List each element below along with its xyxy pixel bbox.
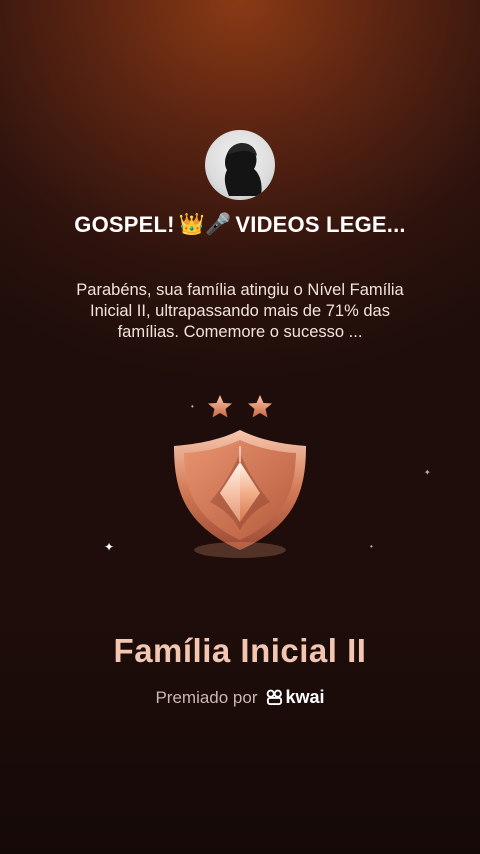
kwai-icon xyxy=(266,689,282,706)
level-badge xyxy=(160,390,320,560)
awarded-by-label: Premiado por xyxy=(155,687,258,707)
shield-badge-icon xyxy=(174,395,306,558)
star-icon xyxy=(248,395,272,418)
kwai-brand: kwai xyxy=(285,687,325,707)
sparkle-icon: • xyxy=(370,542,373,551)
sparkle-icon: ✦ xyxy=(104,540,115,554)
user-silhouette-icon xyxy=(224,143,262,196)
group-name-prefix: GOSPEL! xyxy=(74,212,175,237)
star-icon xyxy=(208,395,232,418)
group-name-rest: VIDEOS LEGE... xyxy=(235,212,406,237)
level-title: Família Inicial II xyxy=(113,632,367,669)
kwai-logo: kwai xyxy=(266,687,325,708)
avatar[interactable] xyxy=(205,130,275,200)
crown-mic-emoji: 👑🎤 xyxy=(178,213,232,236)
group-name: GOSPEL! 👑🎤 VIDEOS LEGE... xyxy=(0,212,480,238)
awarded-by: Premiado por kwai xyxy=(0,687,480,708)
congratulation-message: Parabéns, sua família atingiu o Nível Fa… xyxy=(76,281,404,341)
sparkle-icon: ✦ xyxy=(424,468,431,477)
